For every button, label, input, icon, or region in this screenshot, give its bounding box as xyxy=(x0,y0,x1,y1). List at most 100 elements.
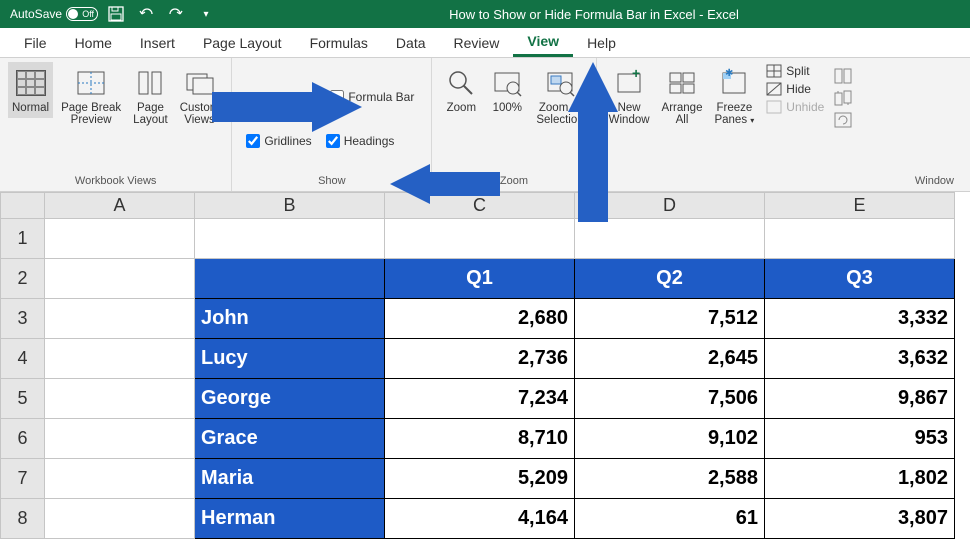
freeze-panes-button[interactable]: ✱ Freeze Panes ▾ xyxy=(710,62,758,130)
view-side-by-side-icon[interactable] xyxy=(834,68,852,84)
tab-view[interactable]: View xyxy=(513,28,573,57)
cell[interactable] xyxy=(575,219,765,259)
cell[interactable]: 7,234 xyxy=(385,379,575,419)
qat-dropdown-icon[interactable]: ▾ xyxy=(198,6,214,22)
custom-views-label: Custom Views xyxy=(180,102,220,126)
cell[interactable]: 2,645 xyxy=(575,339,765,379)
cell[interactable]: 4,164 xyxy=(385,499,575,539)
page-break-preview-button[interactable]: Page Break Preview xyxy=(57,62,125,130)
zoom-100-button[interactable]: 100% xyxy=(486,62,528,118)
gridlines-checkbox[interactable]: Gridlines xyxy=(246,134,311,148)
zoom-100-icon xyxy=(490,66,524,100)
cell[interactable]: 7,506 xyxy=(575,379,765,419)
hide-button[interactable]: Hide xyxy=(766,80,824,98)
undo-icon[interactable] xyxy=(138,6,154,22)
new-window-button[interactable]: + New Window xyxy=(605,62,654,130)
cell[interactable]: 3,332 xyxy=(765,299,955,339)
row-header[interactable]: 4 xyxy=(1,339,45,379)
arrange-all-icon xyxy=(665,66,699,100)
column-header[interactable]: C xyxy=(385,193,575,219)
unhide-label: Unhide xyxy=(786,100,824,114)
row-header[interactable]: 7 xyxy=(1,459,45,499)
page-break-label: Page Break Preview xyxy=(61,102,121,126)
sync-scrolling-icon[interactable] xyxy=(834,90,852,106)
cell[interactable]: 3,807 xyxy=(765,499,955,539)
cell[interactable]: Q1 xyxy=(385,259,575,299)
row-header[interactable]: 2 xyxy=(1,259,45,299)
save-icon[interactable] xyxy=(108,6,124,22)
show-group-label: Show xyxy=(240,175,423,189)
tab-page-layout[interactable]: Page Layout xyxy=(189,28,296,57)
formula-bar-check-input[interactable] xyxy=(330,90,344,104)
split-button[interactable]: Split xyxy=(766,62,824,80)
column-header[interactable]: D xyxy=(575,193,765,219)
reset-window-icon[interactable] xyxy=(834,112,852,128)
custom-views-button[interactable]: Custom Views xyxy=(176,62,224,130)
column-header[interactable]: A xyxy=(45,193,195,219)
cell[interactable]: Lucy xyxy=(195,339,385,379)
autosave-toggle[interactable]: AutoSave Off xyxy=(10,7,98,21)
split-label: Split xyxy=(786,64,809,78)
headings-checkbox[interactable]: Headings xyxy=(326,134,395,148)
page-break-icon xyxy=(74,66,108,100)
cell[interactable] xyxy=(195,219,385,259)
page-layout-view-button[interactable]: Page Layout xyxy=(129,62,172,130)
redo-icon[interactable] xyxy=(168,6,184,22)
row-header[interactable]: 5 xyxy=(1,379,45,419)
headings-check-input[interactable] xyxy=(326,134,340,148)
row-header[interactable]: 1 xyxy=(1,219,45,259)
cell[interactable]: Herman xyxy=(195,499,385,539)
cell[interactable] xyxy=(45,499,195,539)
cell[interactable]: 2,680 xyxy=(385,299,575,339)
cell[interactable] xyxy=(45,259,195,299)
cell[interactable] xyxy=(765,219,955,259)
column-header[interactable]: B xyxy=(195,193,385,219)
cell[interactable] xyxy=(45,299,195,339)
cell[interactable] xyxy=(45,379,195,419)
zoom-button[interactable]: Zoom xyxy=(440,62,482,118)
cell[interactable]: Q2 xyxy=(575,259,765,299)
row-header[interactable]: 3 xyxy=(1,299,45,339)
cell[interactable]: John xyxy=(195,299,385,339)
row-header[interactable]: 6 xyxy=(1,419,45,459)
spreadsheet[interactable]: ABCDE12Q1Q2Q33John2,6807,5123,3324Lucy2,… xyxy=(0,192,970,539)
cell[interactable] xyxy=(45,219,195,259)
arrange-all-button[interactable]: Arrange All xyxy=(658,62,707,130)
tab-help[interactable]: Help xyxy=(573,28,630,57)
cell[interactable]: 9,867 xyxy=(765,379,955,419)
cell[interactable]: 9,102 xyxy=(575,419,765,459)
cell[interactable]: Grace xyxy=(195,419,385,459)
formula-bar-checkbox[interactable]: Formula Bar xyxy=(330,90,414,104)
tab-data[interactable]: Data xyxy=(382,28,440,57)
cell[interactable] xyxy=(195,259,385,299)
cell[interactable] xyxy=(45,339,195,379)
tab-review[interactable]: Review xyxy=(440,28,514,57)
cell[interactable]: 5,209 xyxy=(385,459,575,499)
normal-view-button[interactable]: Normal xyxy=(8,62,53,118)
cell[interactable] xyxy=(45,419,195,459)
cell[interactable] xyxy=(45,459,195,499)
cell[interactable]: 8,710 xyxy=(385,419,575,459)
group-zoom: Zoom 100% Zoom to Selection Zoom xyxy=(432,58,596,191)
select-all-corner[interactable] xyxy=(1,193,45,219)
cell[interactable]: 1,802 xyxy=(765,459,955,499)
tab-file[interactable]: File xyxy=(10,28,61,57)
cell[interactable]: Maria xyxy=(195,459,385,499)
cell[interactable]: 2,588 xyxy=(575,459,765,499)
gridlines-check-input[interactable] xyxy=(246,134,260,148)
column-header[interactable]: E xyxy=(765,193,955,219)
cell[interactable]: 2,736 xyxy=(385,339,575,379)
window-group-label: Window xyxy=(605,175,962,189)
cell[interactable]: 3,632 xyxy=(765,339,955,379)
zoom-to-selection-button[interactable]: Zoom to Selection xyxy=(532,62,587,130)
tab-insert[interactable]: Insert xyxy=(126,28,189,57)
cell[interactable]: 953 xyxy=(765,419,955,459)
cell[interactable]: Q3 xyxy=(765,259,955,299)
cell[interactable]: George xyxy=(195,379,385,419)
cell[interactable]: 7,512 xyxy=(575,299,765,339)
tab-home[interactable]: Home xyxy=(61,28,126,57)
cell[interactable] xyxy=(385,219,575,259)
tab-formulas[interactable]: Formulas xyxy=(296,28,382,57)
cell[interactable]: 61 xyxy=(575,499,765,539)
row-header[interactable]: 8 xyxy=(1,499,45,539)
